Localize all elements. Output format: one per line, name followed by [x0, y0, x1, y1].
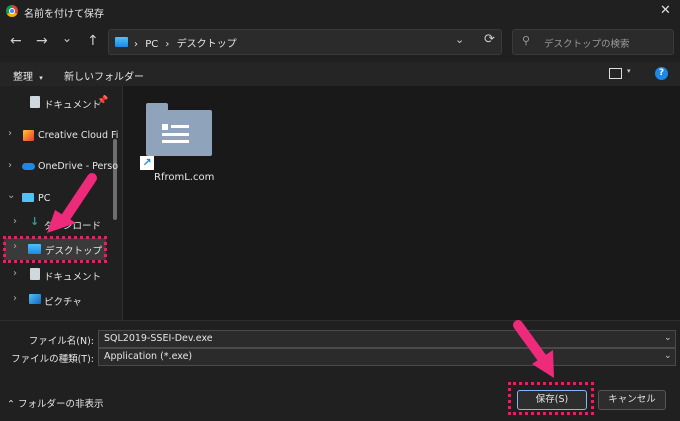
- annotation-arrows: [47, 173, 554, 378]
- arrow-to-save: [513, 320, 554, 378]
- arrow-to-desktop: [47, 173, 97, 233]
